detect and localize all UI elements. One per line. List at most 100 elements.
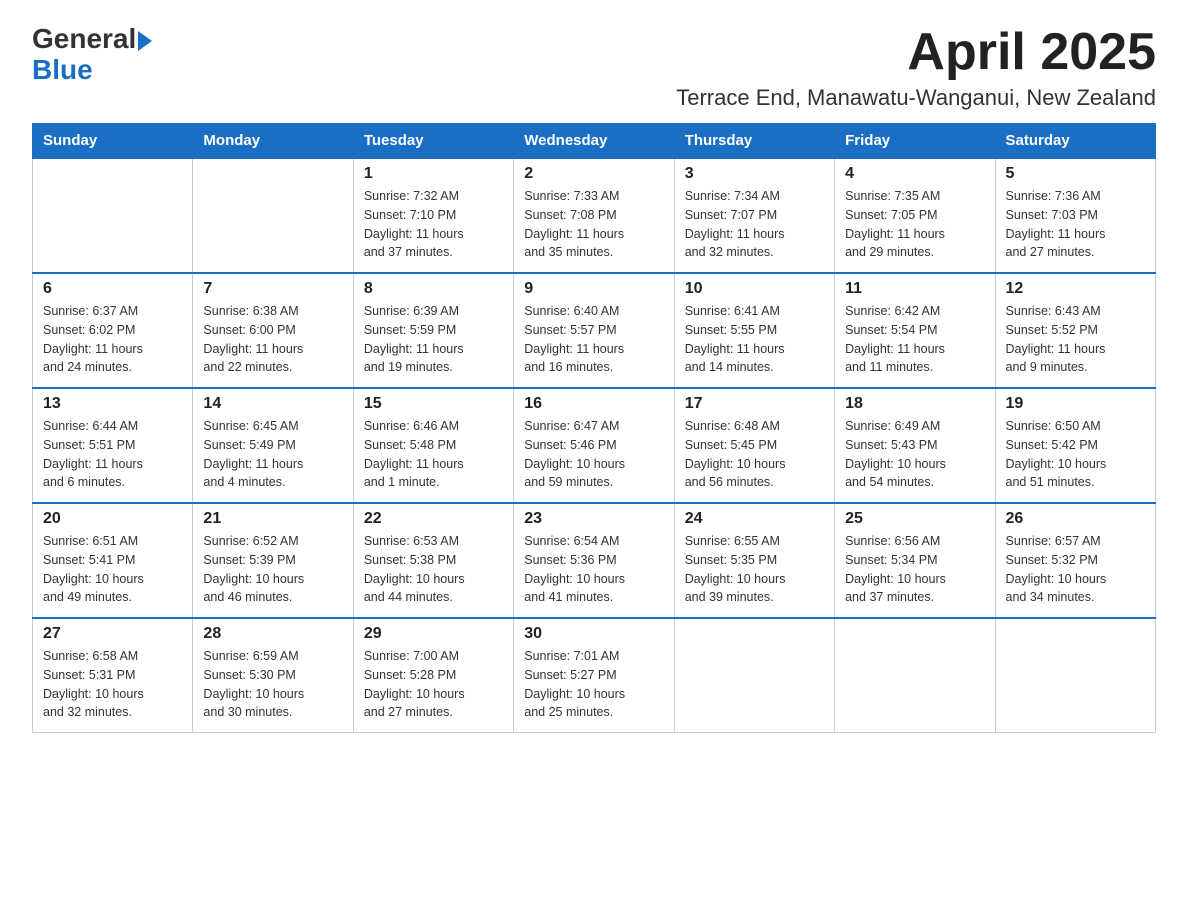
day-number: 13: [43, 395, 182, 413]
calendar-cell: 14 Sunrise: 6:45 AM Sunset: 5:49 PM Dayli…: [193, 388, 353, 503]
day-info: Sunrise: 6:50 AM Sunset: 5:42 PM Dayligh…: [1006, 417, 1145, 492]
calendar-cell: [995, 618, 1155, 733]
calendar-cell: 5Sunrise: 7:36 AM Sunset: 7:03 PM Daylig…: [995, 158, 1155, 273]
calendar-cell: [835, 618, 995, 733]
day-number: 30: [524, 625, 663, 643]
day-info: Sunrise: 6:46 AM Sunset: 5:48 PM Dayligh…: [364, 417, 503, 492]
day-info: Sunrise: 6:47 AM Sunset: 5:46 PM Dayligh…: [524, 417, 663, 492]
calendar-cell: 22Sunrise: 6:53 AM Sunset: 5:38 PM Dayli…: [353, 503, 513, 618]
calendar-cell: 16 Sunrise: 6:47 AM Sunset: 5:46 PM Dayli…: [514, 388, 674, 503]
day-info: Sunrise: 6:56 AM Sunset: 5:34 PM Dayligh…: [845, 532, 984, 607]
day-info: Sunrise: 6:44 AM Sunset: 5:51 PM Dayligh…: [43, 417, 182, 492]
week-row-4: 20 Sunrise: 6:51 AM Sunset: 5:41 PM Dayli…: [33, 503, 1156, 618]
calendar-cell: 19 Sunrise: 6:50 AM Sunset: 5:42 PM Dayli…: [995, 388, 1155, 503]
day-info: Sunrise: 7:34 AM Sunset: 7:07 PM Dayligh…: [685, 187, 824, 262]
location-title: Terrace End, Manawatu-Wanganui, New Zeal…: [676, 85, 1156, 111]
day-number: 14: [203, 395, 342, 413]
calendar-cell: 1 Sunrise: 7:32 AM Sunset: 7:10 PM Daylig…: [353, 158, 513, 273]
day-info: Sunrise: 6:40 AM Sunset: 5:57 PM Dayligh…: [524, 302, 663, 377]
day-number: 11: [845, 280, 984, 298]
week-row-2: 6Sunrise: 6:37 AM Sunset: 6:02 PM Daylig…: [33, 273, 1156, 388]
day-number: 3: [685, 165, 824, 183]
calendar-cell: 13 Sunrise: 6:44 AM Sunset: 5:51 PM Dayli…: [33, 388, 193, 503]
logo-general: General: [32, 24, 136, 55]
day-info: Sunrise: 7:35 AM Sunset: 7:05 PM Dayligh…: [845, 187, 984, 262]
calendar-cell: 24Sunrise: 6:55 AM Sunset: 5:35 PM Dayli…: [674, 503, 834, 618]
logo-arrow-icon: [138, 31, 152, 51]
day-number: 10: [685, 280, 824, 298]
day-number: 12: [1006, 280, 1145, 298]
calendar-cell: 9Sunrise: 6:40 AM Sunset: 5:57 PM Daylig…: [514, 273, 674, 388]
week-row-3: 13 Sunrise: 6:44 AM Sunset: 5:51 PM Dayli…: [33, 388, 1156, 503]
calendar-cell: 7 Sunrise: 6:38 AM Sunset: 6:00 PM Daylig…: [193, 273, 353, 388]
title-block: April 2025 Terrace End, Manawatu-Wanganu…: [676, 24, 1156, 111]
day-info: Sunrise: 7:00 AM Sunset: 5:28 PM Dayligh…: [364, 647, 503, 722]
day-number: 29: [364, 625, 503, 643]
day-number: 16: [524, 395, 663, 413]
day-number: 2: [524, 165, 663, 183]
calendar-header-friday: Friday: [835, 124, 995, 159]
day-info: Sunrise: 6:49 AM Sunset: 5:43 PM Dayligh…: [845, 417, 984, 492]
calendar-cell: 4Sunrise: 7:35 AM Sunset: 7:05 PM Daylig…: [835, 158, 995, 273]
day-info: Sunrise: 6:52 AM Sunset: 5:39 PM Dayligh…: [203, 532, 342, 607]
day-info: Sunrise: 7:32 AM Sunset: 7:10 PM Dayligh…: [364, 187, 503, 262]
calendar-table: SundayMondayTuesdayWednesdayThursdayFrid…: [32, 123, 1156, 733]
day-number: 27: [43, 625, 182, 643]
day-info: Sunrise: 6:58 AM Sunset: 5:31 PM Dayligh…: [43, 647, 182, 722]
calendar-cell: 17Sunrise: 6:48 AM Sunset: 5:45 PM Dayli…: [674, 388, 834, 503]
calendar-cell: 28Sunrise: 6:59 AM Sunset: 5:30 PM Dayli…: [193, 618, 353, 733]
calendar-header-row: SundayMondayTuesdayWednesdayThursdayFrid…: [33, 124, 1156, 159]
calendar-cell: 18 Sunrise: 6:49 AM Sunset: 5:43 PM Dayli…: [835, 388, 995, 503]
day-info: Sunrise: 7:01 AM Sunset: 5:27 PM Dayligh…: [524, 647, 663, 722]
day-info: Sunrise: 6:42 AM Sunset: 5:54 PM Dayligh…: [845, 302, 984, 377]
day-number: 6: [43, 280, 182, 298]
week-row-1: 1 Sunrise: 7:32 AM Sunset: 7:10 PM Daylig…: [33, 158, 1156, 273]
calendar-cell: 2 Sunrise: 7:33 AM Sunset: 7:08 PM Daylig…: [514, 158, 674, 273]
calendar-cell: 11 Sunrise: 6:42 AM Sunset: 5:54 PM Dayli…: [835, 273, 995, 388]
week-row-5: 27 Sunrise: 6:58 AM Sunset: 5:31 PM Dayli…: [33, 618, 1156, 733]
day-number: 25: [845, 510, 984, 528]
calendar-header-monday: Monday: [193, 124, 353, 159]
calendar-cell: 8 Sunrise: 6:39 AM Sunset: 5:59 PM Daylig…: [353, 273, 513, 388]
day-number: 7: [203, 280, 342, 298]
calendar-cell: 6Sunrise: 6:37 AM Sunset: 6:02 PM Daylig…: [33, 273, 193, 388]
calendar-cell: [33, 158, 193, 273]
day-number: 18: [845, 395, 984, 413]
day-info: Sunrise: 6:54 AM Sunset: 5:36 PM Dayligh…: [524, 532, 663, 607]
day-number: 15: [364, 395, 503, 413]
day-info: Sunrise: 6:53 AM Sunset: 5:38 PM Dayligh…: [364, 532, 503, 607]
calendar-cell: [674, 618, 834, 733]
day-info: Sunrise: 7:33 AM Sunset: 7:08 PM Dayligh…: [524, 187, 663, 262]
calendar-cell: 3 Sunrise: 7:34 AM Sunset: 7:07 PM Daylig…: [674, 158, 834, 273]
page-header: General Blue April 2025 Terrace End, Man…: [32, 24, 1156, 111]
calendar-header-thursday: Thursday: [674, 124, 834, 159]
day-number: 23: [524, 510, 663, 528]
day-info: Sunrise: 6:57 AM Sunset: 5:32 PM Dayligh…: [1006, 532, 1145, 607]
calendar-cell: 25 Sunrise: 6:56 AM Sunset: 5:34 PM Dayli…: [835, 503, 995, 618]
day-number: 19: [1006, 395, 1145, 413]
calendar-cell: 10 Sunrise: 6:41 AM Sunset: 5:55 PM Dayli…: [674, 273, 834, 388]
day-number: 26: [1006, 510, 1145, 528]
calendar-cell: 23 Sunrise: 6:54 AM Sunset: 5:36 PM Dayli…: [514, 503, 674, 618]
day-info: Sunrise: 6:51 AM Sunset: 5:41 PM Dayligh…: [43, 532, 182, 607]
day-number: 17: [685, 395, 824, 413]
calendar-cell: [193, 158, 353, 273]
day-info: Sunrise: 6:39 AM Sunset: 5:59 PM Dayligh…: [364, 302, 503, 377]
day-number: 8: [364, 280, 503, 298]
day-number: 1: [364, 165, 503, 183]
day-info: Sunrise: 6:43 AM Sunset: 5:52 PM Dayligh…: [1006, 302, 1145, 377]
calendar-cell: 21 Sunrise: 6:52 AM Sunset: 5:39 PM Dayli…: [193, 503, 353, 618]
calendar-header-saturday: Saturday: [995, 124, 1155, 159]
logo-blue: Blue: [32, 55, 152, 86]
day-info: Sunrise: 6:59 AM Sunset: 5:30 PM Dayligh…: [203, 647, 342, 722]
calendar-cell: 12 Sunrise: 6:43 AM Sunset: 5:52 PM Dayli…: [995, 273, 1155, 388]
day-number: 21: [203, 510, 342, 528]
day-info: Sunrise: 7:36 AM Sunset: 7:03 PM Dayligh…: [1006, 187, 1145, 262]
calendar-cell: 27 Sunrise: 6:58 AM Sunset: 5:31 PM Dayli…: [33, 618, 193, 733]
day-number: 24: [685, 510, 824, 528]
day-info: Sunrise: 6:38 AM Sunset: 6:00 PM Dayligh…: [203, 302, 342, 377]
calendar-header-sunday: Sunday: [33, 124, 193, 159]
day-info: Sunrise: 6:41 AM Sunset: 5:55 PM Dayligh…: [685, 302, 824, 377]
day-number: 20: [43, 510, 182, 528]
day-info: Sunrise: 6:45 AM Sunset: 5:49 PM Dayligh…: [203, 417, 342, 492]
